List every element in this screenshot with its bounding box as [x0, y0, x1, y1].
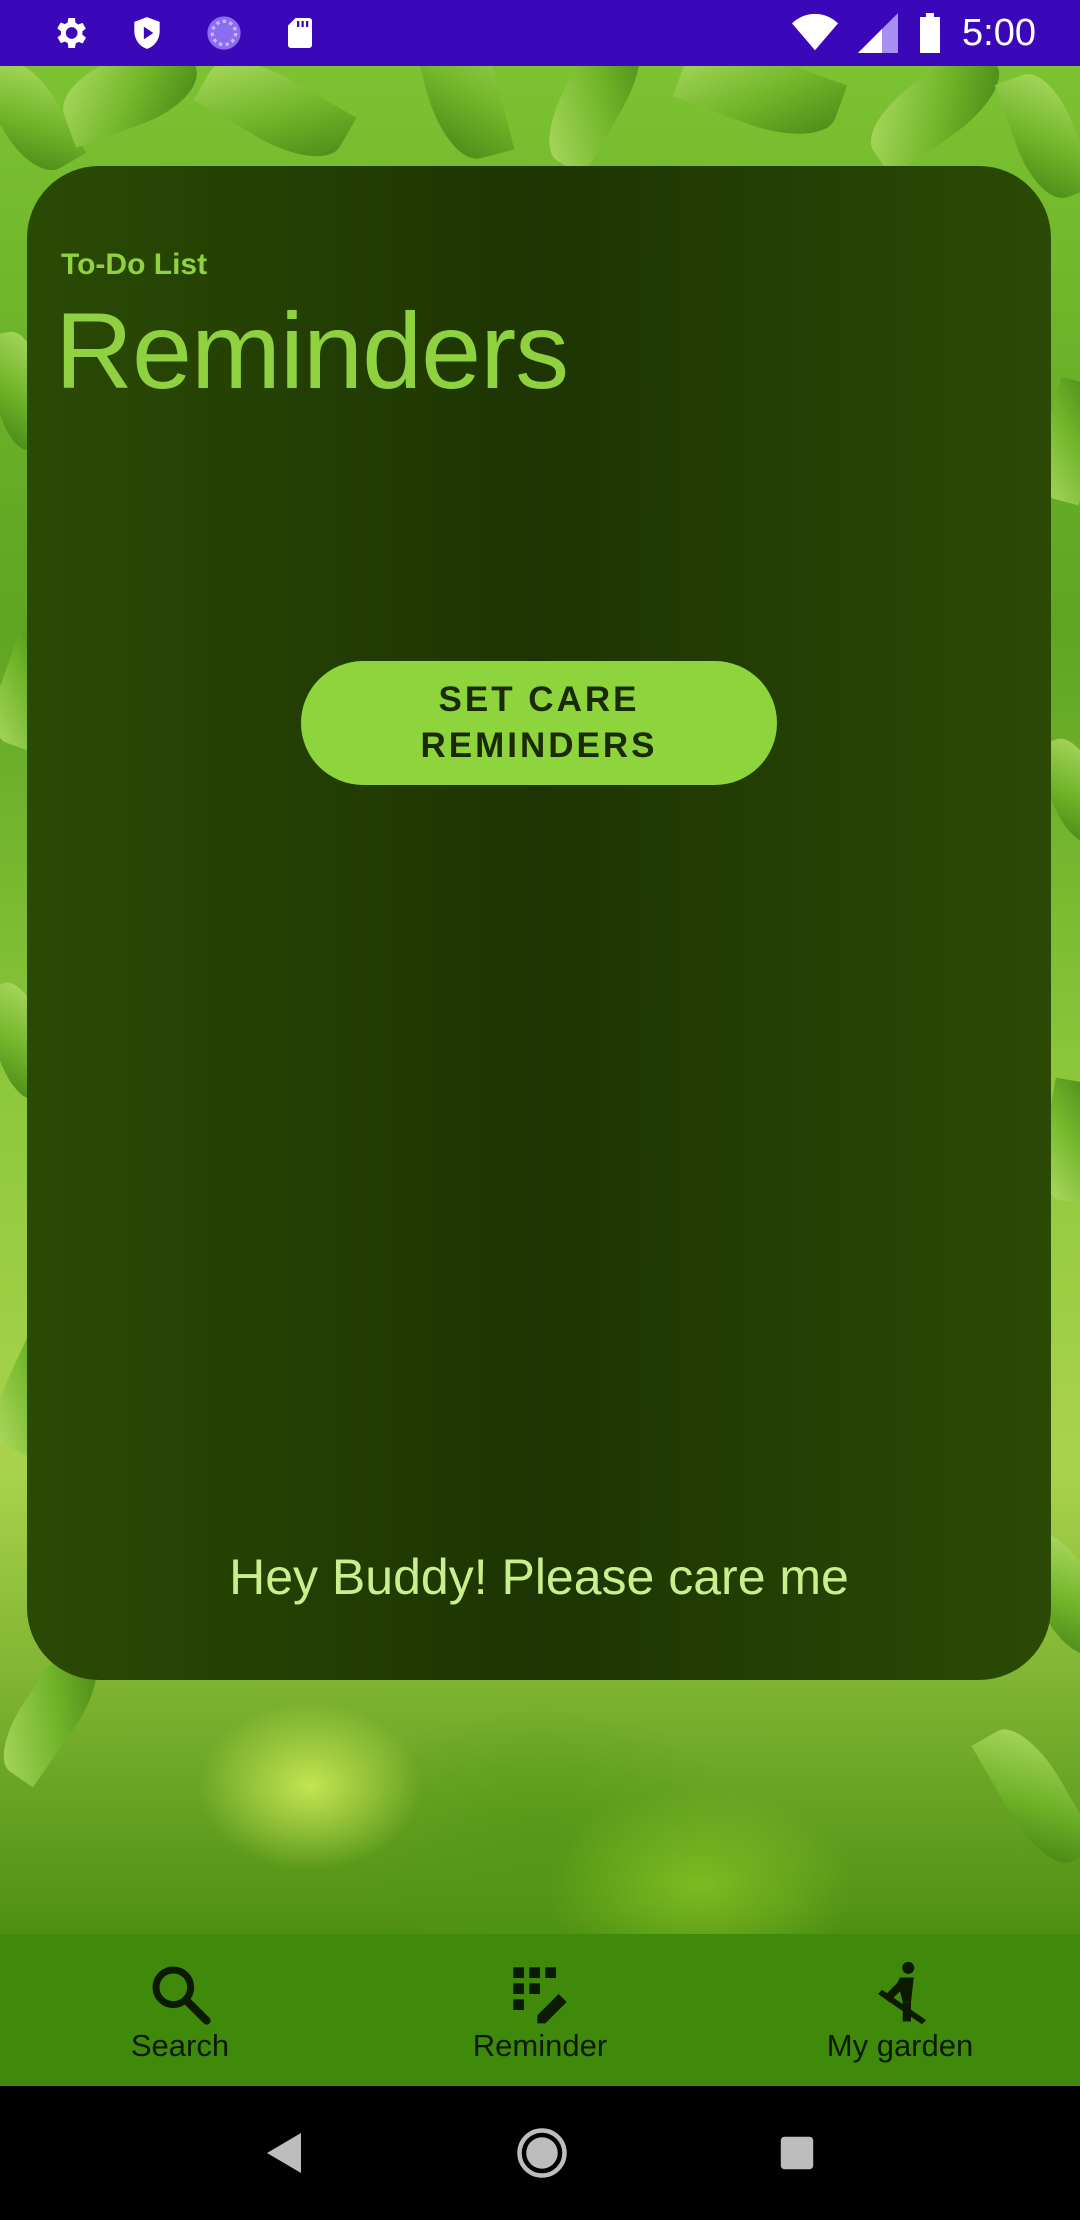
search-icon — [144, 1962, 216, 2026]
sd-card-icon — [288, 18, 312, 48]
gardener-icon — [864, 1961, 936, 2026]
nav-item-search[interactable]: Search — [0, 1934, 360, 2086]
status-time: 5:00 — [962, 11, 1036, 54]
system-navigation-bar — [0, 2086, 1080, 2220]
nav-label-search: Search — [130, 2028, 230, 2063]
signal-icon — [858, 13, 899, 53]
card-subtitle: To-Do List — [61, 248, 208, 281]
battery-icon — [920, 13, 941, 53]
care-message: Hey Buddy! Please care me — [229, 1549, 849, 1605]
reminder-grid-icon — [504, 1962, 576, 2026]
status-left-icons — [50, 13, 356, 53]
status-bar: 5:00 — [0, 0, 1080, 66]
set-care-reminders-button[interactable]: SET CARE REMINDERS — [301, 661, 777, 785]
nav-item-reminder[interactable]: Reminder — [360, 1934, 720, 2086]
nav-label-my-garden: My garden — [826, 2028, 974, 2063]
settings-icon — [57, 18, 86, 48]
bottom-navigation: Search Reminder My garden — [0, 1934, 1080, 2086]
home-icon[interactable] — [515, 2126, 569, 2180]
nav-item-my-garden[interactable]: My garden — [720, 1934, 1080, 2086]
back-icon[interactable] — [265, 2131, 305, 2175]
nav-label-reminder: Reminder — [472, 2028, 608, 2063]
shield-play-icon — [134, 17, 160, 49]
recents-icon[interactable] — [779, 2135, 815, 2171]
page-title: Reminders — [55, 290, 569, 411]
sync-circle-icon — [207, 16, 241, 50]
reminders-card: To-Do List Reminders SET CARE REMINDERS … — [27, 166, 1051, 1680]
status-right-icons: 5:00 — [772, 12, 1036, 55]
wifi-icon — [792, 13, 839, 51]
